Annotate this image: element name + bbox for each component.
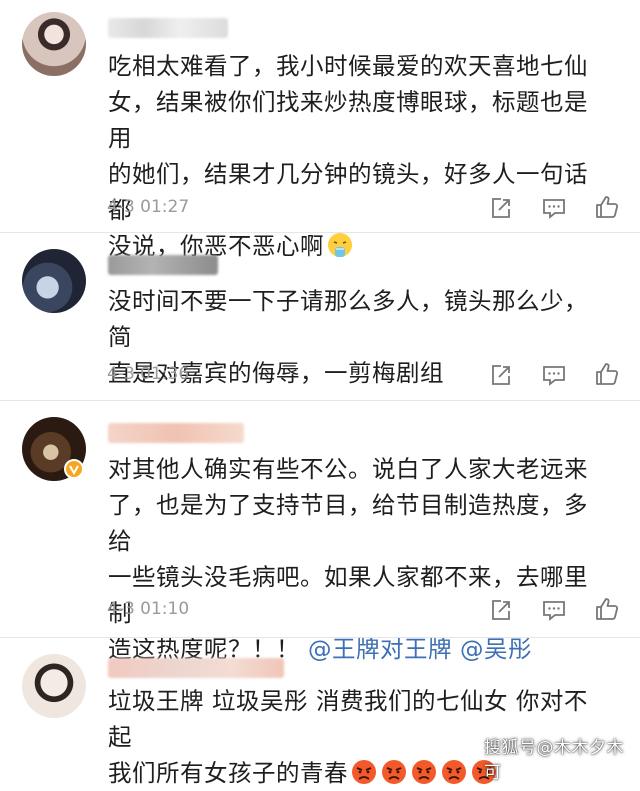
verified-icon — [69, 465, 79, 475]
comment-line: 吃相太难看了，我小时候最爱的欢天喜地七仙 — [108, 52, 588, 80]
comment-icon — [543, 199, 565, 219]
comment-line: 了，也是为了支持节目，给节目制造热度，多给 — [108, 491, 588, 555]
comment-time: 4-3 01:36 — [107, 364, 190, 384]
comment-time: 4-3 01:27 — [107, 197, 190, 217]
like-button[interactable] — [592, 359, 622, 389]
comment-line: 对其他人确实有些不公。说白了人家大老远来 — [108, 455, 588, 483]
share-button[interactable] — [486, 595, 516, 625]
comment-line: 没时间不要一下子请那么多人，镜头那么少，简 — [108, 287, 588, 351]
like-button[interactable] — [592, 192, 622, 222]
share-icon — [492, 365, 510, 385]
comment-line: 的她们，结果才几分钟的镜头，好多人一句话都 — [108, 160, 588, 224]
comment-line: 女，结果被你们找来炒热度博眼球，标题也是用 — [108, 88, 588, 152]
like-icon — [596, 598, 619, 620]
emoji-row — [348, 759, 498, 787]
watermark: 搜狐号@木木夕木可 — [484, 738, 624, 783]
angry-emoji — [382, 760, 406, 784]
share-icon — [492, 198, 510, 218]
share-button[interactable] — [486, 193, 516, 223]
comment-line: 我们所有女孩子的青春 — [108, 759, 348, 787]
share-button[interactable] — [486, 360, 516, 390]
like-icon — [596, 196, 619, 218]
comment-icon — [543, 366, 565, 386]
avatar[interactable] — [22, 249, 86, 313]
angry-emoji — [352, 760, 376, 784]
avatar[interactable] — [22, 12, 86, 76]
username-blurred[interactable] — [108, 18, 228, 38]
comment-item: 吃相太难看了，我小时候最爱的欢天喜地七仙 女，结果被你们找来炒热度博眼球，标题也… — [0, 0, 640, 260]
angry-emoji — [412, 760, 436, 784]
reply-button[interactable] — [539, 360, 569, 390]
avatar[interactable] — [22, 654, 86, 718]
verified-badge — [64, 459, 84, 479]
reply-button[interactable] — [539, 595, 569, 625]
share-icon — [492, 600, 510, 620]
comment-line: 一些镜头没毛病吧。如果人家都不来，去哪里制 — [108, 563, 588, 627]
like-button[interactable] — [592, 594, 622, 624]
username-blurred[interactable] — [108, 658, 284, 678]
reply-button[interactable] — [539, 193, 569, 223]
comment-item: 对其他人确实有些不公。说白了人家大老远来 了，也是为了支持节目，给节目制造热度，… — [0, 401, 640, 663]
like-icon — [596, 363, 619, 385]
comment-item: 没时间不要一下子请那么多人，镜头那么少，简 直是对嘉宾的侮辱，一剪梅剧组 4-3… — [0, 233, 640, 398]
username-blurred[interactable] — [108, 423, 244, 443]
comment-text: 对其他人确实有些不公。说白了人家大老远来 了，也是为了支持节目，给节目制造热度，… — [108, 451, 608, 667]
comment-icon — [543, 601, 565, 621]
angry-emoji — [442, 760, 466, 784]
username-blurred[interactable] — [108, 255, 218, 275]
comment-time: 4-3 01:10 — [107, 599, 190, 619]
